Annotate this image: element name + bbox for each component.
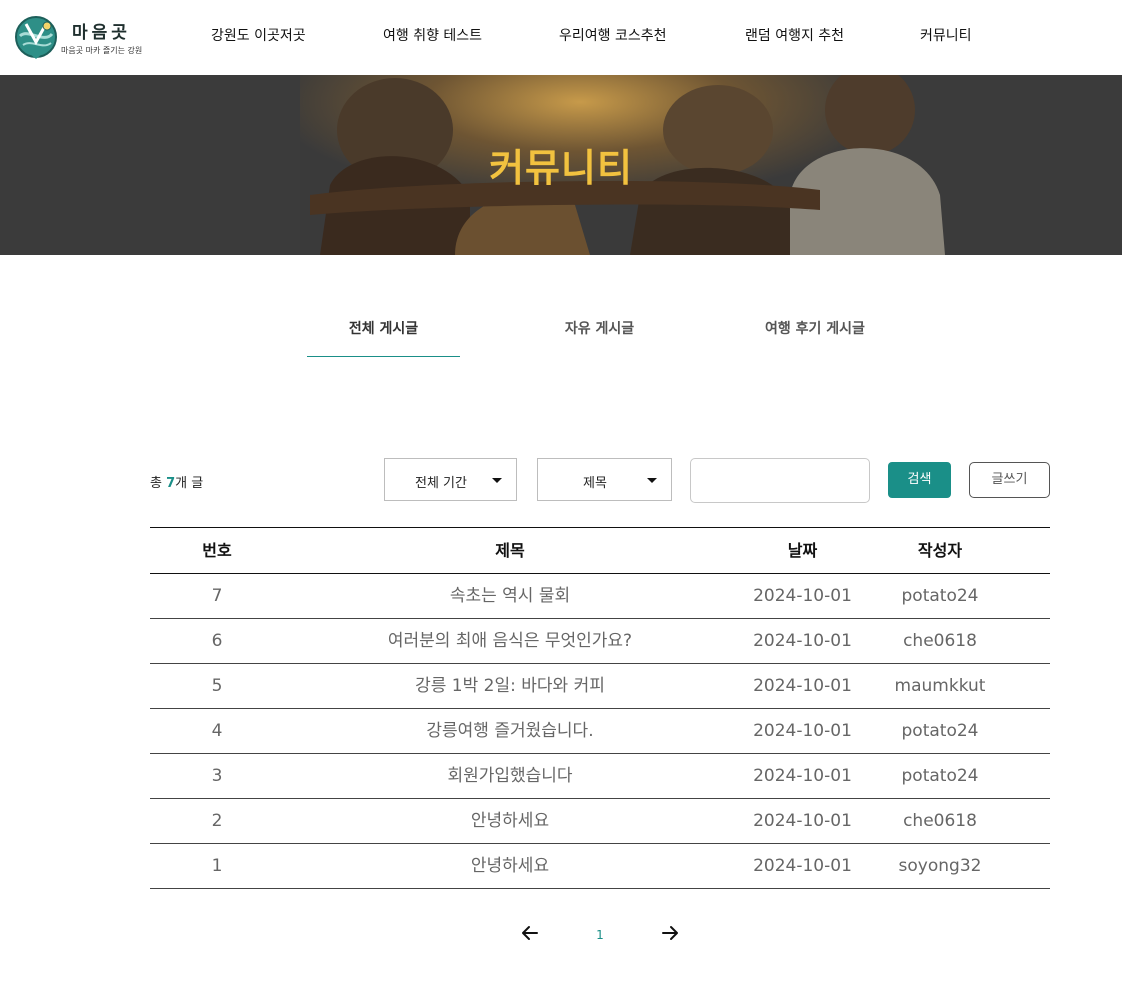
period-select[interactable]: 전체 기간 (384, 458, 517, 501)
row-author: che0618 (903, 631, 977, 651)
row-no: 4 (211, 721, 223, 741)
row-title[interactable]: 회원가입했습니다 (290, 754, 730, 798)
row-date: 2024-10-01 (753, 856, 852, 876)
row-no: 6 (211, 631, 223, 651)
logo[interactable]: 마음곳 마음곳 마카 즐기는 강원 (14, 14, 144, 62)
brand-tagline: 마음곳 마카 즐기는 강원 (61, 46, 143, 55)
nav-item-gangwon[interactable]: 강원도 이곳저곳 (211, 0, 306, 72)
nav-item-random[interactable]: 랜덤 여행지 추천 (745, 0, 844, 72)
row-author: potato24 (901, 766, 979, 786)
header-title: 제목 (495, 541, 525, 560)
row-author: maumkkut (894, 676, 986, 696)
nav-item-taste-test[interactable]: 여행 취향 테스트 (383, 0, 482, 72)
search-field-select[interactable]: 제목 (537, 458, 672, 501)
arrow-left-icon[interactable] (519, 922, 541, 944)
post-count: 총 7개 글 (150, 472, 203, 491)
row-no: 2 (211, 811, 223, 831)
row-author: soyong32 (898, 856, 982, 876)
row-date: 2024-10-01 (753, 811, 852, 831)
post-count-suffix: 개 글 (175, 476, 204, 491)
post-count-number: 7 (166, 476, 176, 491)
hero-title: 커뮤니티 (489, 146, 633, 190)
row-date: 2024-10-01 (753, 721, 852, 741)
hero-banner: 커뮤니티 (0, 75, 1122, 255)
header-date: 날짜 (787, 541, 818, 560)
table-row[interactable]: 5 강릉 1박 2일: 바다와 커피 2024-10-01 maumkkut (150, 664, 1050, 709)
tab-review-posts[interactable]: 여행 후기 게시글 (750, 318, 880, 356)
caret-down-icon (647, 478, 657, 483)
arrow-right-icon[interactable] (659, 922, 681, 944)
row-no: 5 (211, 676, 223, 696)
post-count-prefix: 총 (150, 476, 167, 491)
caret-down-icon (492, 478, 502, 483)
row-date: 2024-10-01 (753, 586, 852, 606)
header-author: 작성자 (917, 541, 963, 560)
row-date: 2024-10-01 (753, 676, 852, 696)
logo-globe-icon (15, 16, 57, 59)
write-button[interactable]: 글쓰기 (969, 462, 1050, 498)
row-title[interactable]: 속초는 역시 물회 (290, 574, 730, 618)
search-field-select-value: 제목 (583, 476, 607, 491)
tab-free-posts[interactable]: 자유 게시글 (543, 318, 656, 356)
table-row[interactable]: 3 회원가입했습니다 2024-10-01 potato24 (150, 754, 1050, 799)
row-title[interactable]: 여러분의 최애 음식은 무엇인가요? (290, 619, 730, 663)
search-input[interactable] (690, 458, 870, 503)
nav-item-course[interactable]: 우리여행 코스추천 (559, 0, 667, 72)
tab-all-posts[interactable]: 전체 게시글 (307, 318, 460, 357)
row-date: 2024-10-01 (753, 631, 852, 651)
row-author: potato24 (901, 586, 979, 606)
table-row[interactable]: 6 여러분의 최애 음식은 무엇인가요? 2024-10-01 che0618 (150, 619, 1050, 664)
row-title[interactable]: 강릉 1박 2일: 바다와 커피 (290, 664, 730, 708)
table-header: 번호 제목 날짜 작성자 (150, 527, 1050, 574)
post-table: 번호 제목 날짜 작성자 7 속초는 역시 물회 2024-10-01 pota… (150, 527, 1050, 889)
search-button[interactable]: 검색 (888, 462, 951, 498)
row-no: 3 (211, 766, 223, 786)
table-row[interactable]: 7 속초는 역시 물회 2024-10-01 potato24 (150, 574, 1050, 619)
table-row[interactable]: 2 안녕하세요 2024-10-01 che0618 (150, 799, 1050, 844)
brand-name: 마음곳 (72, 23, 131, 43)
table-row[interactable]: 4 강릉여행 즐거웠습니다. 2024-10-01 potato24 (150, 709, 1050, 754)
row-no: 1 (211, 856, 223, 876)
row-title[interactable]: 안녕하세요 (290, 844, 730, 888)
site-header: 마음곳 마음곳 마카 즐기는 강원 강원도 이곳저곳 여행 취향 테스트 우리여… (0, 0, 1122, 75)
row-title[interactable]: 안녕하세요 (290, 799, 730, 843)
row-date: 2024-10-01 (753, 766, 852, 786)
row-author: che0618 (903, 811, 977, 831)
nav-item-community[interactable]: 커뮤니티 (920, 0, 972, 72)
page-number-current[interactable]: 1 (590, 928, 610, 942)
table-row[interactable]: 1 안녕하세요 2024-10-01 soyong32 (150, 844, 1050, 889)
row-title[interactable]: 강릉여행 즐거웠습니다. (290, 709, 730, 753)
header-no: 번호 (202, 541, 232, 560)
period-select-value: 전체 기간 (415, 476, 467, 491)
row-author: potato24 (901, 721, 979, 741)
row-no: 7 (211, 586, 223, 606)
